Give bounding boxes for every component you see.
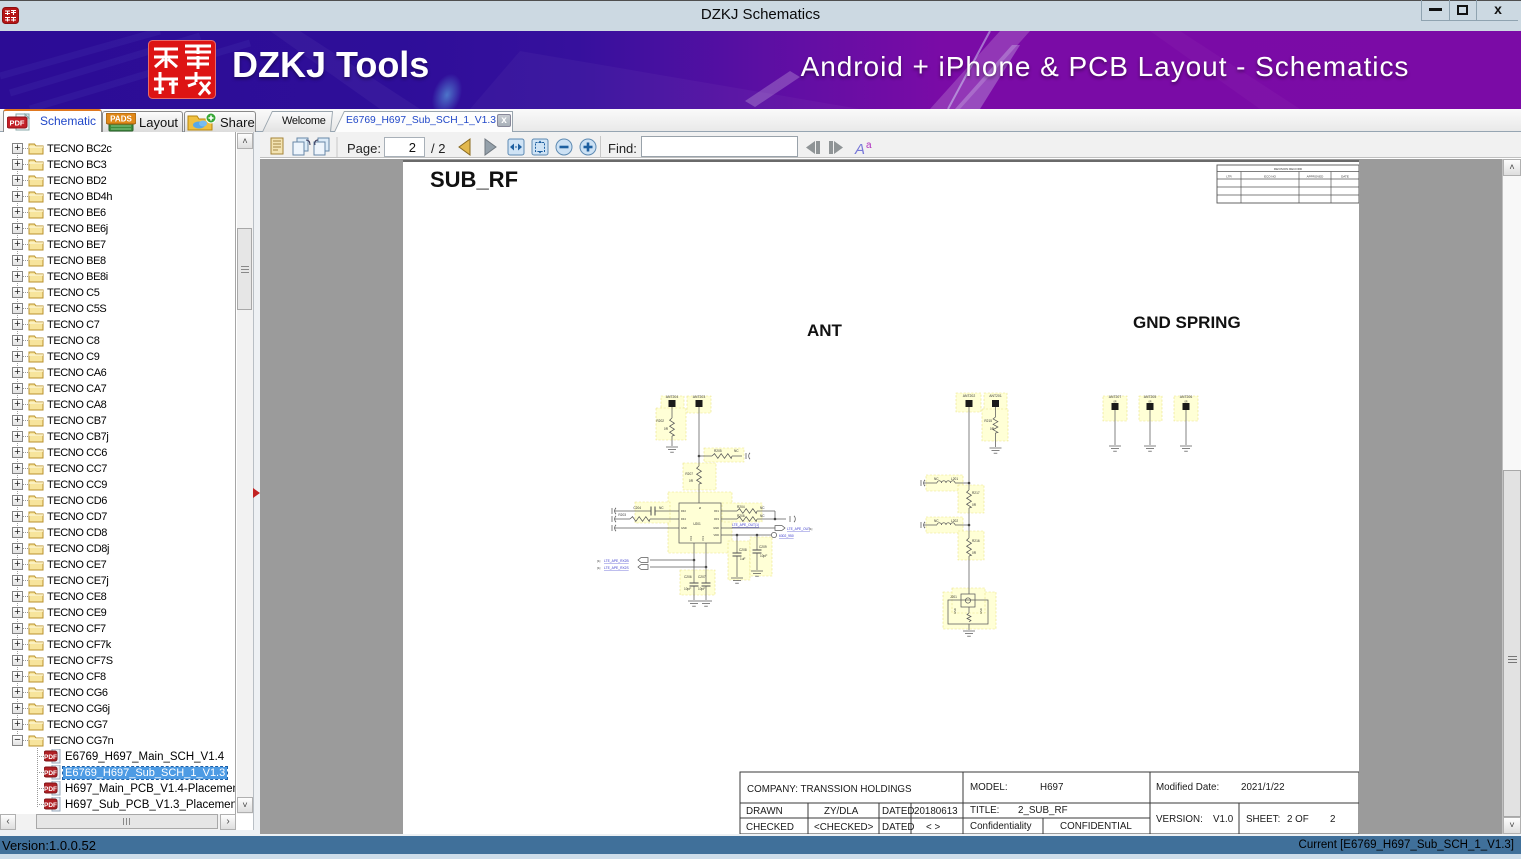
svg-text:NC: NC [934, 477, 939, 481]
svg-text:PDF: PDF [44, 802, 57, 809]
svg-text:R216: R216 [972, 539, 980, 543]
svg-text:10pF: 10pF [684, 587, 691, 591]
svg-text:0R: 0R [990, 427, 995, 431]
svg-text:ANT206: ANT206 [1180, 395, 1193, 399]
svg-text:COMPANY: TRANSSION HOLDINGS: COMPANY: TRANSSION HOLDINGS [747, 784, 912, 795]
svg-text:V1.0: V1.0 [1213, 814, 1234, 825]
svg-text:[1]: [1] [597, 566, 601, 570]
svg-text:<CHECKED>: <CHECKED> [814, 822, 874, 833]
svg-text:RF3: RF3 [714, 517, 719, 521]
svg-text:0R: 0R [664, 427, 669, 431]
svg-text:ANT205: ANT205 [1144, 395, 1157, 399]
svg-text:CONFIDENTIAL: CONFIDENTIAL [1060, 821, 1132, 832]
svg-text:R203: R203 [618, 513, 626, 517]
svg-text:GND: GND [713, 526, 719, 530]
svg-text:ANT202: ANT202 [963, 394, 976, 398]
svg-text:R205: R205 [714, 449, 722, 453]
svg-text:LTE_APE_RX2B: LTE_APE_RX2B [604, 559, 629, 563]
svg-text:PDF: PDF [44, 786, 57, 793]
svg-text:MODEL:: MODEL: [970, 782, 1008, 793]
svg-text:GND: GND [681, 526, 687, 530]
svg-text:IN: IN [698, 507, 702, 510]
svg-text:LTE_APE_OUT(1): LTE_APE_OUT(1) [732, 523, 759, 527]
svg-text:C208: C208 [739, 548, 747, 552]
svg-text:Confidentiality: Confidentiality [970, 821, 1032, 832]
svg-text:REVISION RECORD: REVISION RECORD [1274, 167, 1303, 171]
svg-text:2021/1/22: 2021/1/22 [1241, 782, 1285, 793]
svg-text:R202: R202 [656, 419, 664, 423]
svg-text:20180613: 20180613 [914, 806, 958, 817]
svg-text:NC: NC [760, 506, 765, 510]
svg-text:2: 2 [1330, 814, 1335, 825]
svg-text:ZY/DLA: ZY/DLA [824, 806, 859, 817]
svg-text:RF4: RF4 [681, 517, 686, 521]
svg-text:ANT207: ANT207 [1109, 395, 1122, 399]
svg-text:PDF: PDF [44, 770, 57, 777]
svg-text:R217: R217 [972, 491, 980, 495]
svg-text:A: A [854, 141, 865, 157]
svg-text:ANT204: ANT204 [666, 395, 679, 399]
svg-text:NC: NC [934, 519, 939, 523]
svg-text:LTE_APE_OUT: LTE_APE_OUT [787, 527, 810, 531]
svg-text:APPROVED: APPROVED [1307, 174, 1325, 178]
svg-text:GND: GND [979, 608, 983, 614]
svg-text:VERSION:: VERSION: [1156, 814, 1203, 825]
svg-text:2 OF: 2 OF [1287, 814, 1309, 825]
svg-text:C206: C206 [684, 575, 692, 579]
svg-text:CHECKED: CHECKED [746, 822, 794, 833]
svg-text:PDF: PDF [44, 754, 57, 761]
svg-text:[1]: [1] [809, 527, 813, 531]
svg-text:C204: C204 [633, 506, 641, 510]
svg-text:ANT201: ANT201 [989, 394, 1002, 398]
svg-text:GND: GND [953, 608, 957, 614]
svg-text:DATED: DATED [882, 806, 914, 817]
svg-text:10pF: 10pF [698, 587, 705, 591]
svg-text:6302_950: 6302_950 [779, 534, 794, 538]
svg-text:VDD: VDD [714, 533, 720, 537]
svg-text:[1]: [1] [597, 559, 601, 563]
svg-text:TITLE:: TITLE: [970, 805, 999, 816]
svg-text:R215: R215 [984, 419, 992, 423]
svg-text:NC: NC [734, 449, 739, 453]
svg-text:PADS: PADS [110, 115, 132, 124]
svg-text:C207: C207 [698, 575, 706, 579]
svg-text:RF2: RF2 [681, 509, 686, 513]
svg-text:R204: R204 [737, 505, 745, 509]
svg-text:Modified Date:: Modified Date: [1156, 782, 1219, 793]
svg-text:H697: H697 [1040, 782, 1063, 793]
svg-text:0R: 0R [972, 503, 977, 507]
svg-text:LTE_APE_RX2S: LTE_APE_RX2S [604, 566, 629, 570]
svg-text:RF1: RF1 [714, 509, 719, 513]
svg-text:J201: J201 [950, 595, 957, 599]
svg-text:a: a [866, 140, 872, 151]
svg-text:L201: L201 [951, 477, 958, 481]
svg-text:10pF: 10pF [760, 554, 767, 558]
svg-text:1uF: 1uF [740, 557, 746, 561]
svg-text:< >: < > [926, 822, 940, 833]
svg-text:0R: 0R [689, 479, 694, 483]
svg-text:VC1: VC1 [701, 535, 705, 541]
svg-text:R207: R207 [685, 472, 693, 476]
svg-text:SHEET:: SHEET: [1246, 814, 1280, 825]
svg-text:DATE: DATE [1341, 174, 1349, 178]
svg-text:LTR: LTR [1226, 174, 1232, 178]
svg-text:ECO NO: ECO NO [1264, 174, 1277, 178]
svg-text:DATED: DATED [882, 822, 914, 833]
svg-text:PDF: PDF [10, 119, 25, 128]
svg-text:NC: NC [760, 514, 765, 518]
svg-text:ANT203: ANT203 [693, 395, 706, 399]
svg-text:VC2: VC2 [689, 535, 693, 541]
svg-text:L202: L202 [951, 519, 958, 523]
svg-text:NC: NC [659, 506, 664, 510]
svg-text:DRAWN: DRAWN [746, 806, 783, 817]
svg-text:R206: R206 [737, 514, 745, 518]
svg-text:0R: 0R [972, 551, 977, 555]
svg-text:U201: U201 [693, 522, 701, 526]
svg-text:2_SUB_RF: 2_SUB_RF [1018, 805, 1068, 816]
svg-text:C209: C209 [759, 545, 767, 549]
